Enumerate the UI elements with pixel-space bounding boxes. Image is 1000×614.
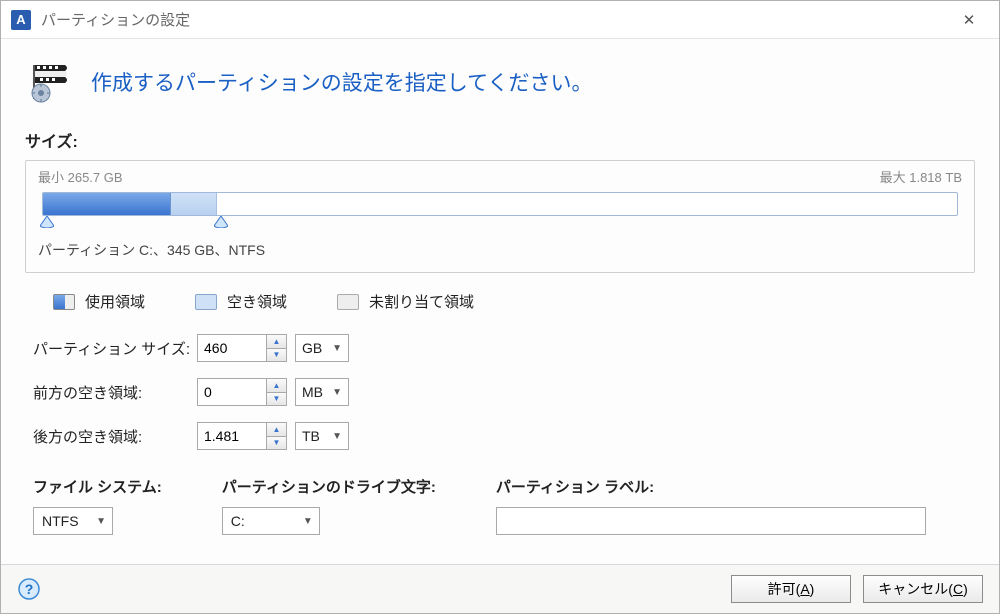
window-title: パーティションの設定	[41, 9, 949, 30]
min-size-label: 最小 265.7 GB	[38, 167, 123, 186]
partition-bar-used	[43, 193, 171, 215]
row-space-before: 前方の空き領域: ▲ ▼ MB ▼	[33, 378, 967, 406]
chevron-down-icon: ▼	[303, 516, 313, 527]
label-partition-size: パーティション サイズ:	[33, 338, 197, 359]
ok-button-mnemonic: A	[800, 581, 809, 597]
app-icon: A	[11, 10, 31, 30]
dialog-window: A パーティションの設定 ✕ 作成するパ	[0, 0, 1000, 614]
spin-down-partition-size[interactable]: ▼	[267, 348, 286, 362]
label-drive-letter: パーティションのドライブ文字:	[222, 476, 436, 497]
partition-bar[interactable]	[42, 192, 958, 216]
col-partition-label: パーティション ラベル:	[496, 476, 926, 535]
legend-unallocated-swatch	[337, 294, 359, 310]
label-space-before: 前方の空き領域:	[33, 382, 197, 403]
partition-bar-free	[171, 193, 217, 215]
unit-space-after[interactable]: TB ▼	[295, 422, 349, 450]
header: 作成するパーティションの設定を指定してください。	[1, 39, 999, 128]
size-section-label: サイズ:	[25, 128, 975, 152]
input-partition-label[interactable]	[496, 507, 926, 535]
unit-space-after-value: TB	[302, 428, 320, 444]
wizard-flag-icon	[31, 61, 73, 103]
cancel-button-label-suffix: )	[963, 581, 968, 597]
spin-down-space-before[interactable]: ▼	[267, 392, 286, 406]
row-space-after: 後方の空き領域: ▲ ▼ TB ▼	[33, 422, 967, 450]
numeric-fields: パーティション サイズ: ▲ ▼ GB ▼ 前方の空き領域:	[25, 334, 975, 466]
row-trip: ファイル システム: NTFS ▼ パーティションのドライブ文字: C: ▼ パ…	[25, 466, 975, 543]
chevron-down-icon: ▼	[332, 387, 342, 398]
cancel-button-mnemonic: C	[953, 581, 963, 597]
chevron-down-icon: ▼	[332, 343, 342, 354]
ok-button-label-prefix: 許可(	[768, 579, 801, 599]
combo-drive-letter-value: C:	[231, 513, 245, 529]
legend-free-label: 空き領域	[227, 291, 287, 312]
combo-filesystem[interactable]: NTFS ▼	[33, 507, 113, 535]
unit-partition-size-value: GB	[302, 340, 322, 356]
col-drive-letter: パーティションのドライブ文字: C: ▼	[222, 476, 436, 535]
col-filesystem: ファイル システム: NTFS ▼	[33, 476, 162, 535]
cancel-button[interactable]: キャンセル(C)	[863, 575, 983, 603]
legend-used-swatch	[53, 294, 75, 310]
row-partition-size: パーティション サイズ: ▲ ▼ GB ▼	[33, 334, 967, 362]
unit-space-before-value: MB	[302, 384, 323, 400]
ok-button-label-suffix: )	[810, 581, 815, 597]
footer: ? 許可(A) キャンセル(C)	[1, 564, 999, 613]
legend-unallocated: 未割り当て領域	[337, 291, 474, 312]
input-space-before[interactable]	[197, 378, 267, 406]
legend-free-swatch	[195, 294, 217, 310]
help-icon[interactable]: ?	[17, 577, 41, 601]
label-space-after: 後方の空き領域:	[33, 426, 197, 447]
label-partition-label: パーティション ラベル:	[496, 476, 926, 497]
partition-handle-right[interactable]	[214, 216, 228, 228]
close-button[interactable]: ✕	[949, 5, 989, 35]
spin-up-space-after[interactable]: ▲	[267, 423, 286, 436]
label-filesystem: ファイル システム:	[33, 476, 162, 497]
combo-filesystem-value: NTFS	[42, 513, 79, 529]
legend-unallocated-label: 未割り当て領域	[369, 291, 474, 312]
unit-partition-size[interactable]: GB ▼	[295, 334, 349, 362]
legend: 使用領域 空き領域 未割り当て領域	[25, 291, 975, 334]
ok-button[interactable]: 許可(A)	[731, 575, 851, 603]
spin-up-partition-size[interactable]: ▲	[267, 335, 286, 348]
legend-used-label: 使用領域	[85, 291, 145, 312]
cancel-button-label-prefix: キャンセル(	[878, 579, 953, 599]
partition-bar-wrap	[38, 192, 962, 236]
chevron-down-icon: ▼	[96, 516, 106, 527]
legend-free: 空き領域	[195, 291, 287, 312]
input-space-after[interactable]	[197, 422, 267, 450]
header-instruction: 作成するパーティションの設定を指定してください。	[91, 67, 592, 97]
unit-space-before[interactable]: MB ▼	[295, 378, 349, 406]
partition-info-text: パーティション C:、345 GB、NTFS	[38, 240, 962, 260]
titlebar: A パーティションの設定 ✕	[1, 1, 999, 39]
input-partition-size[interactable]	[197, 334, 267, 362]
legend-used: 使用領域	[53, 291, 145, 312]
spin-up-space-before[interactable]: ▲	[267, 379, 286, 392]
partition-panel: 最小 265.7 GB 最大 1.818 TB パーティション C:、34	[25, 160, 975, 273]
svg-text:?: ?	[25, 581, 34, 597]
spin-down-space-after[interactable]: ▼	[267, 436, 286, 450]
partition-handle-left[interactable]	[40, 216, 54, 228]
combo-drive-letter[interactable]: C: ▼	[222, 507, 320, 535]
max-size-label: 最大 1.818 TB	[880, 167, 962, 186]
chevron-down-icon: ▼	[332, 431, 342, 442]
